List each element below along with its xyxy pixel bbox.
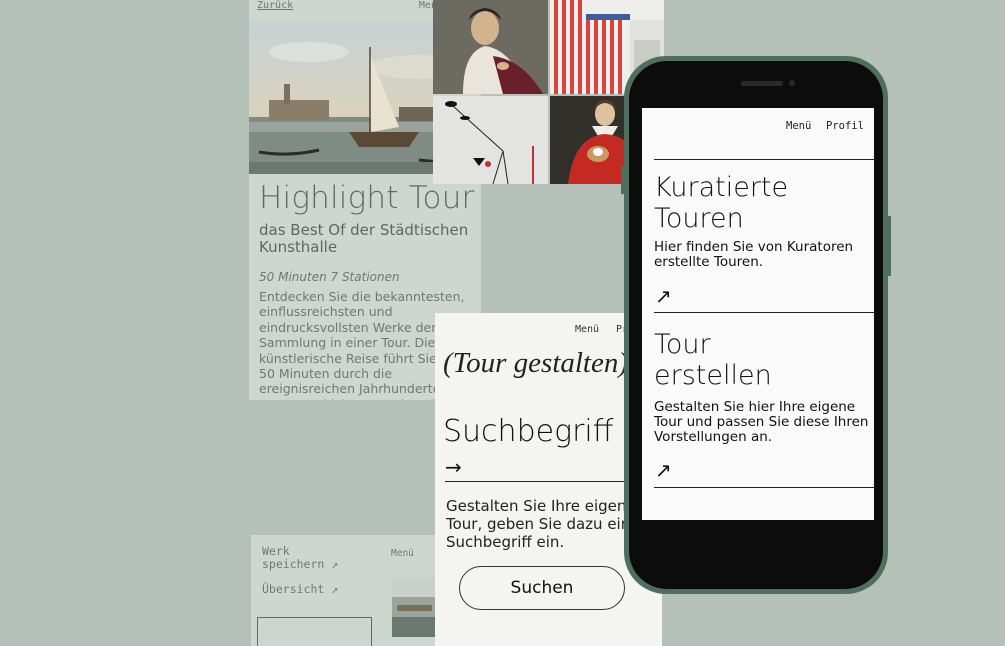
phone-screen: Menü Profil Kuratierte Touren Hier finde… xyxy=(642,108,874,520)
overview-link[interactable]: Übersicht ↗ xyxy=(262,582,338,596)
divider xyxy=(654,159,874,160)
menu-link[interactable]: Menü xyxy=(391,548,414,559)
tour-subtitle: das Best Of der Städtischen Kunsthalle xyxy=(259,221,469,256)
profile-link[interactable]: Profil xyxy=(826,120,864,132)
curated-tours-text: Hier finden Sie von Kuratoren erstellte … xyxy=(654,239,854,270)
divider xyxy=(654,312,874,313)
search-input[interactable]: Suchbegriff xyxy=(443,414,613,449)
search-button[interactable]: Suchen xyxy=(459,566,625,610)
speaker-grille xyxy=(741,81,783,86)
phone-power-button xyxy=(888,216,891,276)
artwork-detail-card: Werk speichern ↗ Menü Übersicht ↗ xyxy=(251,535,437,646)
tour-meta: 50 Minuten 7 Stationen xyxy=(259,270,400,284)
portrait-man-image[interactable] xyxy=(433,0,548,94)
page-heading: (Tour gestalten) xyxy=(443,347,629,379)
arrow-right-icon[interactable]: → xyxy=(445,455,462,479)
phone-side-button xyxy=(621,166,624,194)
create-tour-title[interactable]: Tour erstellen xyxy=(654,329,814,391)
curated-tours-title[interactable]: Kuratierte Touren xyxy=(654,172,814,234)
mobile-sculpture-image[interactable] xyxy=(433,96,548,184)
arrow-up-right-icon[interactable]: ↗ xyxy=(655,458,672,482)
create-tour-text: Gestalten Sie hier Ihre eigene Tour und … xyxy=(654,399,869,445)
menu-link[interactable]: Menü xyxy=(786,120,811,132)
menu-link[interactable]: Menü xyxy=(575,324,599,335)
back-link[interactable]: Zurück xyxy=(257,0,293,11)
front-camera xyxy=(789,80,795,86)
content-box xyxy=(257,617,372,646)
arrow-up-right-icon[interactable]: ↗ xyxy=(655,284,672,308)
tour-title: Highlight Tour xyxy=(259,180,475,216)
divider xyxy=(654,487,874,488)
content-box xyxy=(371,617,437,646)
save-artwork-link[interactable]: Werk speichern ↗ xyxy=(262,545,352,571)
